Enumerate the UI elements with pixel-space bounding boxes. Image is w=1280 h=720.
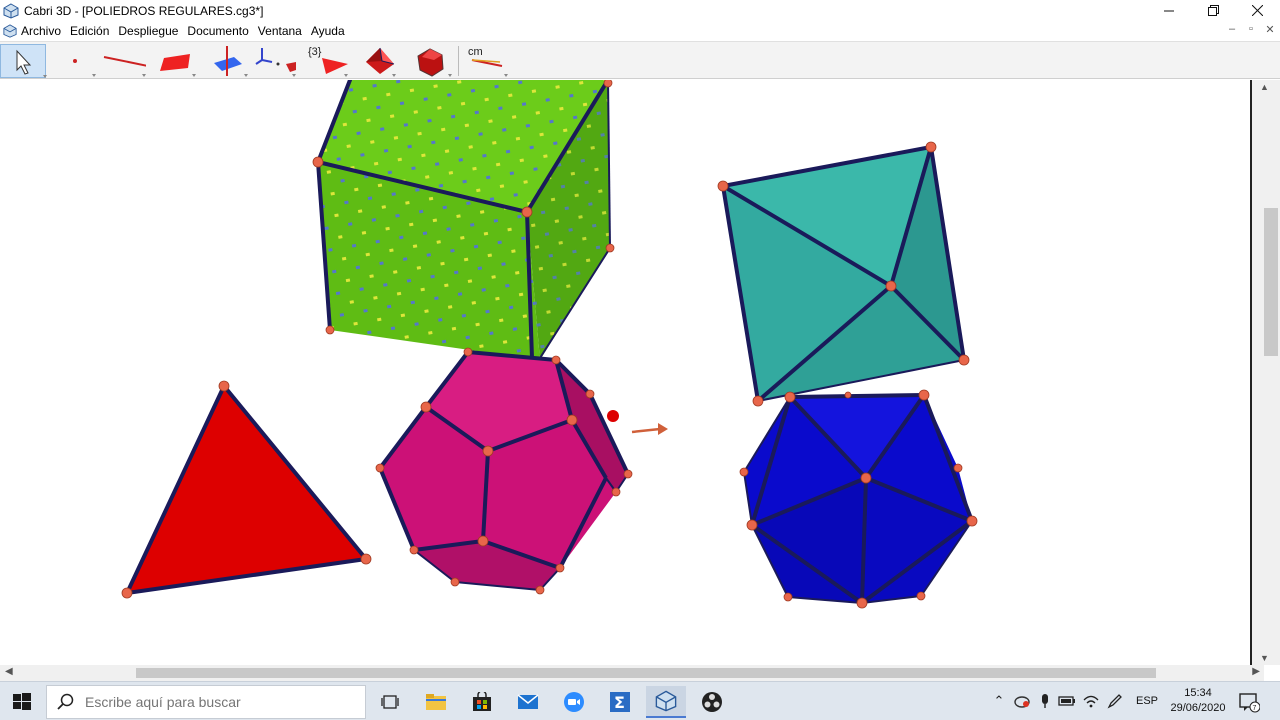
task-view-icon	[381, 695, 399, 709]
doc-close-button[interactable]: ✕	[1263, 23, 1277, 36]
polyhedron-tool[interactable]	[356, 44, 402, 78]
svg-text:Σ: Σ	[614, 693, 625, 712]
cabri-taskbar-button[interactable]	[646, 686, 686, 718]
measure-icon: cm	[468, 46, 508, 77]
folder-icon	[426, 694, 446, 710]
menu-edicion[interactable]: Edición	[70, 24, 109, 38]
obs-icon	[702, 692, 722, 712]
minimize-icon	[1164, 10, 1174, 11]
polyhedron-icon	[366, 47, 396, 77]
measure-label: cm	[468, 46, 483, 58]
pointer-icon	[16, 49, 47, 78]
plane-icon	[160, 54, 196, 77]
restore-button[interactable]	[1190, 0, 1236, 21]
restore-icon	[1207, 5, 1219, 16]
selected-point[interactable]	[607, 410, 619, 422]
menu-ventana[interactable]: Ventana	[258, 24, 302, 38]
vertical-scrollbar[interactable]: ▲ ▼	[1250, 80, 1280, 665]
menu-bar: Archivo Edición Despliegue Documento Ven…	[0, 21, 1280, 41]
sway-button[interactable]: Σ	[600, 686, 640, 718]
window-title: Cabri 3D - [POLIEDROS REGULARES.cg3*]	[24, 3, 264, 18]
line-icon	[103, 56, 149, 77]
taskbar: Σ ⌃ ESP 15:34 29/06/2020 7	[0, 681, 1280, 720]
title-bar: Cabri 3D - [POLIEDROS REGULARES.cg3*]	[0, 0, 1280, 21]
menu-documento[interactable]: Documento	[187, 24, 248, 38]
drawing-canvas[interactable]	[0, 80, 1252, 665]
menu-despliegue[interactable]: Despliegue	[118, 24, 178, 38]
perpendicular-icon	[214, 46, 248, 77]
tetrahedron-solid[interactable]	[125, 384, 368, 595]
doc-restore-button[interactable]: ▫	[1244, 23, 1258, 35]
regular-polygon-tool[interactable]: {3}	[304, 44, 350, 78]
perpendicular-tool[interactable]	[204, 44, 250, 78]
toolbar: {3} cm	[0, 41, 1280, 79]
document-icon[interactable]	[3, 24, 17, 38]
regular-polyhedron-icon	[417, 48, 452, 77]
close-icon	[1251, 5, 1263, 16]
menu-ayuda[interactable]: Ayuda	[311, 24, 345, 38]
taskbar-search-box[interactable]	[46, 685, 366, 719]
pen-icon[interactable]	[1106, 692, 1124, 710]
zoom-icon	[564, 692, 584, 712]
microphone-icon[interactable]	[1036, 692, 1054, 710]
regular-polygon-label: {3}	[308, 46, 322, 58]
icosahedron-solid[interactable]	[743, 393, 974, 605]
system-clock[interactable]: 15:34 29/06/2020	[1166, 686, 1230, 716]
scroll-right-icon[interactable]: ▶	[1252, 666, 1260, 677]
vertical-scroll-thumb[interactable]	[1264, 208, 1278, 356]
doc-minimize-button[interactable]: –	[1225, 23, 1239, 35]
point-tool[interactable]	[52, 44, 98, 78]
horizontal-scroll-thumb[interactable]	[136, 668, 1156, 678]
zoom-button[interactable]	[554, 686, 594, 718]
wifi-icon[interactable]	[1082, 692, 1100, 710]
minimize-button[interactable]	[1146, 0, 1192, 21]
clock-time: 15:34	[1184, 687, 1212, 699]
menu-archivo[interactable]: Archivo	[21, 24, 61, 38]
notification-icon[interactable]: 7	[1238, 691, 1260, 713]
obs-button[interactable]	[692, 686, 732, 718]
octahedron-solid[interactable]	[721, 145, 966, 403]
search-input[interactable]	[85, 694, 345, 710]
scroll-left-icon[interactable]: ◀	[5, 666, 13, 677]
close-button[interactable]	[1234, 0, 1280, 21]
scroll-down-icon[interactable]: ▼	[1260, 653, 1269, 663]
language-indicator[interactable]: ESP	[1136, 695, 1158, 707]
mail-button[interactable]	[508, 686, 548, 718]
cube-solid[interactable]	[316, 80, 611, 360]
cabri-icon	[655, 690, 677, 712]
transform-icon	[255, 48, 296, 77]
dodecahedron-solid[interactable]	[378, 350, 630, 591]
point-icon	[73, 59, 96, 77]
antivirus-icon[interactable]	[1013, 692, 1031, 710]
toolbar-separator	[458, 46, 459, 76]
cabri-app-icon	[3, 2, 19, 19]
clock-date: 29/06/2020	[1170, 702, 1226, 714]
pointer-tool[interactable]	[0, 44, 47, 78]
task-view-button[interactable]	[370, 686, 410, 718]
scroll-up-icon[interactable]: ▲	[1260, 82, 1269, 92]
battery-icon[interactable]	[1058, 692, 1076, 710]
chevron-up-icon[interactable]: ⌃	[990, 692, 1008, 710]
svg-text:7: 7	[1253, 705, 1257, 712]
search-icon	[57, 693, 74, 710]
file-explorer-button[interactable]	[416, 686, 456, 718]
canvas-svg	[121, 80, 978, 609]
plane-tool[interactable]	[152, 44, 198, 78]
store-icon	[473, 692, 491, 711]
line-tool[interactable]	[100, 44, 149, 78]
horizontal-scrollbar[interactable]: ◀ ▶	[0, 665, 1264, 681]
windows-start-icon[interactable]	[12, 692, 32, 712]
regular-polygon-icon: {3}	[308, 46, 348, 77]
store-button[interactable]	[462, 686, 502, 718]
transform-tool[interactable]	[252, 44, 298, 78]
regular-polyhedron-tool[interactable]	[408, 44, 454, 78]
mail-icon	[517, 694, 539, 709]
move-arrow-icon	[631, 423, 668, 435]
measure-tool[interactable]: cm	[464, 44, 510, 78]
sigma-icon: Σ	[610, 692, 630, 712]
